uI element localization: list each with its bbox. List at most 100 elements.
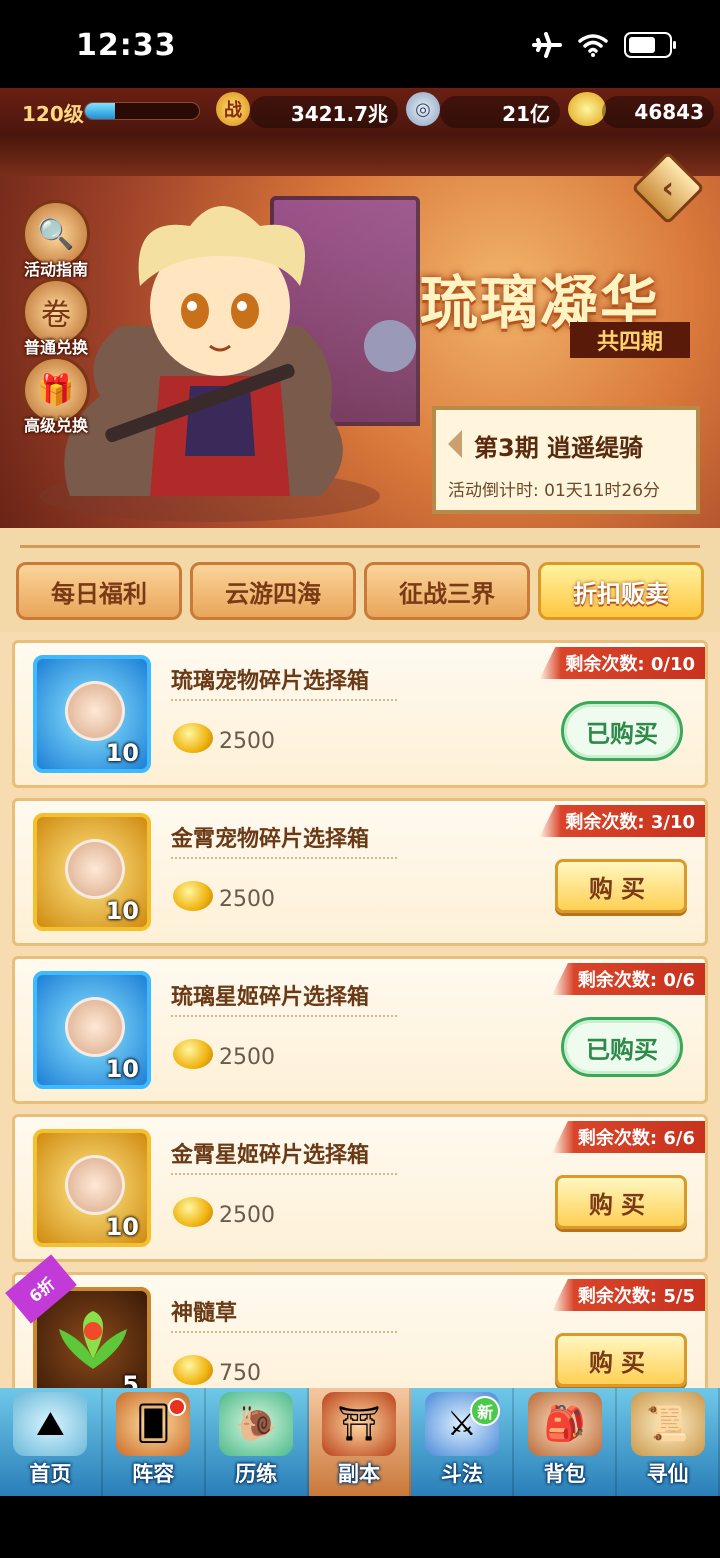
airplane-icon <box>532 32 562 58</box>
nav-home-label: 首页 <box>29 1462 72 1486</box>
event-period: 第3期 逍遥缇骑 <box>474 434 644 462</box>
buy-button[interactable]: 购买 <box>555 1333 687 1387</box>
star-maiden-portrait-icon <box>65 1155 125 1215</box>
resource-bar: 120级 战 3421.7兆 ◎ 21亿 46843 <box>0 88 720 136</box>
activity-guide-label: 活动指南 <box>23 260 88 279</box>
gold-value: 46843 <box>602 96 714 128</box>
nav-lineup-label: 阵容 <box>132 1462 175 1486</box>
star-maiden-portrait-icon <box>65 997 125 1057</box>
tab-conquer-realms[interactable]: 征战三界 <box>364 562 530 620</box>
nav-seek-immortal[interactable]: 📜 寻仙 <box>617 1388 720 1496</box>
roof-eaves <box>0 136 720 176</box>
period-prev-arrow-icon[interactable] <box>448 430 462 458</box>
gold-ingot-icon <box>173 723 213 753</box>
event-subtitle: 共四期 <box>570 322 690 358</box>
pet-portrait-icon <box>65 681 125 741</box>
shop-item-list[interactable]: 10 琉璃宠物碎片选择箱 2500 剩余次数: 0/10 已购买 10 金霄宠物… <box>0 632 720 1388</box>
item-price: 750 <box>219 1361 261 1386</box>
silver-value: 21亿 <box>440 96 560 128</box>
nav-home[interactable]: ⛰ 首页 <box>0 1388 103 1496</box>
snail-icon: 🐌 <box>219 1392 294 1456</box>
nav-duel[interactable]: 新 ⚔ 斗法 <box>411 1388 515 1496</box>
system-home-area <box>0 1496 720 1558</box>
item-quantity: 10 <box>105 739 139 767</box>
normal-exchange-button[interactable]: 卷 普通兑换 <box>20 278 92 358</box>
back-arrow-icon: ‹ <box>661 170 675 206</box>
herb-plant-icon <box>59 1311 127 1369</box>
item-thumbnail: 10 <box>33 1129 151 1247</box>
nav-training-label: 历练 <box>235 1462 278 1486</box>
notification-dot <box>167 1398 186 1416</box>
status-bar: 12:33 <box>0 0 720 88</box>
gold-ingot-icon <box>173 1355 213 1385</box>
list-item: 10 金霄宠物碎片选择箱 2500 剩余次数: 3/10 购买 <box>12 798 708 946</box>
item-name: 琉璃星姬碎片选择箱 <box>171 985 370 1010</box>
list-item: 10 琉璃星姬碎片选择箱 2500 剩余次数: 0/6 已购买 <box>12 956 708 1104</box>
tab-discount-sale[interactable]: 折扣贩卖 <box>538 562 704 620</box>
xp-bar <box>84 102 200 120</box>
nav-bag-label: 背包 <box>543 1462 586 1486</box>
buy-button[interactable]: 购买 <box>555 859 687 913</box>
nav-lineup[interactable]: 🂠 阵容 <box>103 1388 206 1496</box>
item-price: 2500 <box>219 729 275 754</box>
item-thumbnail: 10 <box>33 971 151 1089</box>
advanced-exchange-label: 高级兑换 <box>23 416 88 435</box>
buy-button[interactable]: 购买 <box>555 1175 687 1229</box>
item-name: 金霄宠物碎片选择箱 <box>171 827 370 852</box>
item-thumbnail: 10 <box>33 655 151 773</box>
event-banner: ‹ 🔍 活动指南 卷 普通兑换 🎁 高级兑换 琉璃凝华 共四期 第3期 逍遥缇骑… <box>0 136 720 528</box>
event-period-panel: 第3期 逍遥缇骑 活动倒计时: 01天11时26分 <box>432 406 700 514</box>
remaining-count-badge: 剩余次数: 0/10 <box>539 647 705 679</box>
nav-dungeon-label: 副本 <box>338 1462 380 1486</box>
tab-travel-seas[interactable]: 云游四海 <box>190 562 356 620</box>
item-name: 金霄星姬碎片选择箱 <box>171 1143 370 1168</box>
silver-coin-icon: ◎ <box>406 92 440 126</box>
bottom-navigation: ⛰ 首页 🂠 阵容 🐌 历练 ⛩ 副本 新 ⚔ 斗法 🎒 背包 📜 寻仙 <box>0 1388 720 1496</box>
list-item: 5 6折 神髓草 750 剩余次数: 5/5 购买 <box>5 1254 708 1388</box>
wifi-icon <box>578 34 608 57</box>
nav-seek-immortal-label: 寻仙 <box>646 1462 689 1486</box>
home-island-icon: ⛰ <box>13 1392 88 1456</box>
nav-duel-label: 斗法 <box>440 1462 483 1486</box>
scroll-map-icon: 📜 <box>630 1392 705 1456</box>
battery-icon <box>624 32 676 58</box>
nav-dungeon[interactable]: ⛩ 副本 <box>308 1388 412 1496</box>
advanced-exchange-button[interactable]: 🎁 高级兑换 <box>20 356 92 436</box>
remaining-count-badge: 剩余次数: 3/10 <box>539 805 705 837</box>
temple-gate-icon: ⛩ <box>322 1392 396 1456</box>
nav-bag[interactable]: 🎒 背包 <box>514 1388 618 1496</box>
purchased-button: 已购买 <box>561 701 683 761</box>
power-icon: 战 <box>216 92 250 126</box>
item-name: 神髓草 <box>171 1301 238 1326</box>
remaining-count-badge: 剩余次数: 6/6 <box>551 1121 705 1153</box>
item-quantity: 10 <box>105 1213 139 1241</box>
gold-ingot-icon <box>173 1197 213 1227</box>
activity-guide-button[interactable]: 🔍 活动指南 <box>20 200 92 280</box>
list-item: 10 金霄星姬碎片选择箱 2500 剩余次数: 6/6 购买 <box>12 1114 708 1262</box>
xp-fill <box>85 103 115 119</box>
item-quantity: 10 <box>105 897 139 925</box>
clock: 12:33 <box>76 28 177 63</box>
item-name: 琉璃宠物碎片选择箱 <box>171 669 370 694</box>
gold-ingot-icon <box>173 1039 213 1069</box>
item-quantity: 10 <box>105 1055 139 1083</box>
nav-training[interactable]: 🐌 历练 <box>206 1388 309 1496</box>
item-thumbnail: 10 <box>33 813 151 931</box>
pet-portrait-icon <box>65 839 125 899</box>
purchased-button: 已购买 <box>561 1017 683 1077</box>
power-value: 3421.7兆 <box>250 96 398 128</box>
status-icons <box>532 32 676 58</box>
item-price: 2500 <box>219 1045 275 1070</box>
list-item: 10 琉璃宠物碎片选择箱 2500 剩余次数: 0/10 已购买 <box>12 640 708 788</box>
bag-icon: 🎒 <box>527 1392 602 1456</box>
item-price: 2500 <box>219 887 275 912</box>
hero-character-illustration <box>40 206 416 522</box>
event-countdown: 活动倒计时: 01天11时26分 <box>448 481 661 501</box>
gold-ingot-icon <box>173 881 213 911</box>
tab-daily-benefits[interactable]: 每日福利 <box>16 562 182 620</box>
gold-ingot-icon <box>568 92 606 126</box>
item-price: 2500 <box>219 1203 275 1228</box>
remaining-count-badge: 剩余次数: 0/6 <box>551 963 705 995</box>
remaining-count-badge: 剩余次数: 5/5 <box>551 1279 705 1311</box>
normal-exchange-label: 普通兑换 <box>23 338 88 357</box>
